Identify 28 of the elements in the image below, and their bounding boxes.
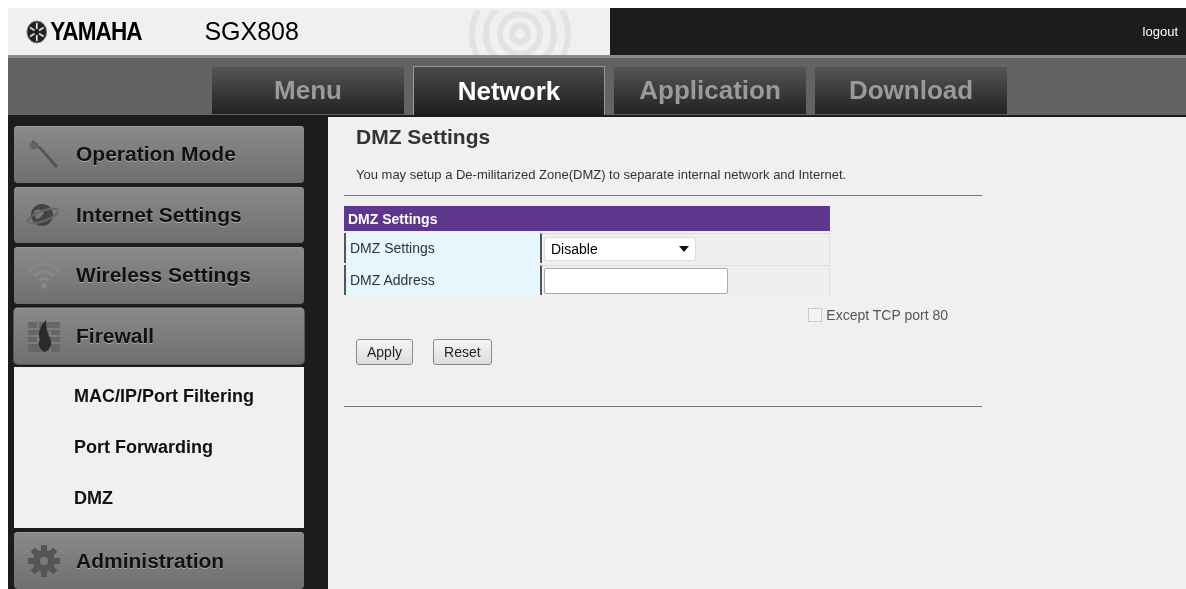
brand-logo: YAMAHA <box>50 17 142 46</box>
model-name: SGX808 <box>204 17 299 46</box>
sidebar-item[interactable]: Administration <box>14 532 304 589</box>
logout-link[interactable]: logout <box>1142 24 1178 39</box>
submenu-item[interactable]: MAC/IP/Port Filtering <box>14 371 304 423</box>
input-field[interactable] <box>544 267 728 294</box>
firewall-icon <box>26 318 62 355</box>
submenu-item[interactable]: DMZ <box>14 473 304 525</box>
dropdown[interactable]: Disable <box>544 236 696 261</box>
table-heading: DMZ Settings <box>344 206 830 231</box>
field-label: DMZ Settings <box>344 233 540 263</box>
field-label: DMZ Address <box>344 265 540 295</box>
form-button[interactable]: Reset <box>433 339 492 365</box>
sidebar-item[interactable]: Internet Settings <box>14 186 304 244</box>
page-title: DMZ Settings <box>356 125 492 150</box>
nav-tab[interactable]: Download <box>815 67 1007 114</box>
form-button[interactable]: Apply <box>356 339 414 365</box>
nav-tab[interactable]: Application <box>614 67 806 114</box>
gear-icon <box>26 542 62 579</box>
submenu-item[interactable]: Port Forwarding <box>14 422 304 474</box>
nav-tab[interactable]: Network <box>413 66 605 115</box>
caret-icon <box>679 245 689 252</box>
checkbox-label: Except TCP port 80 <box>826 307 948 323</box>
sidebar-item[interactable]: Operation Mode <box>14 126 304 183</box>
page-description: You may setup a De-militarized Zone(DMZ) to separate internal network and Internet. <box>356 167 848 182</box>
sidebar-item[interactable]: Firewall <box>14 307 304 365</box>
nav-tab[interactable]: Menu <box>212 67 404 114</box>
sidebar-item[interactable]: Wireless Settings <box>14 247 304 304</box>
